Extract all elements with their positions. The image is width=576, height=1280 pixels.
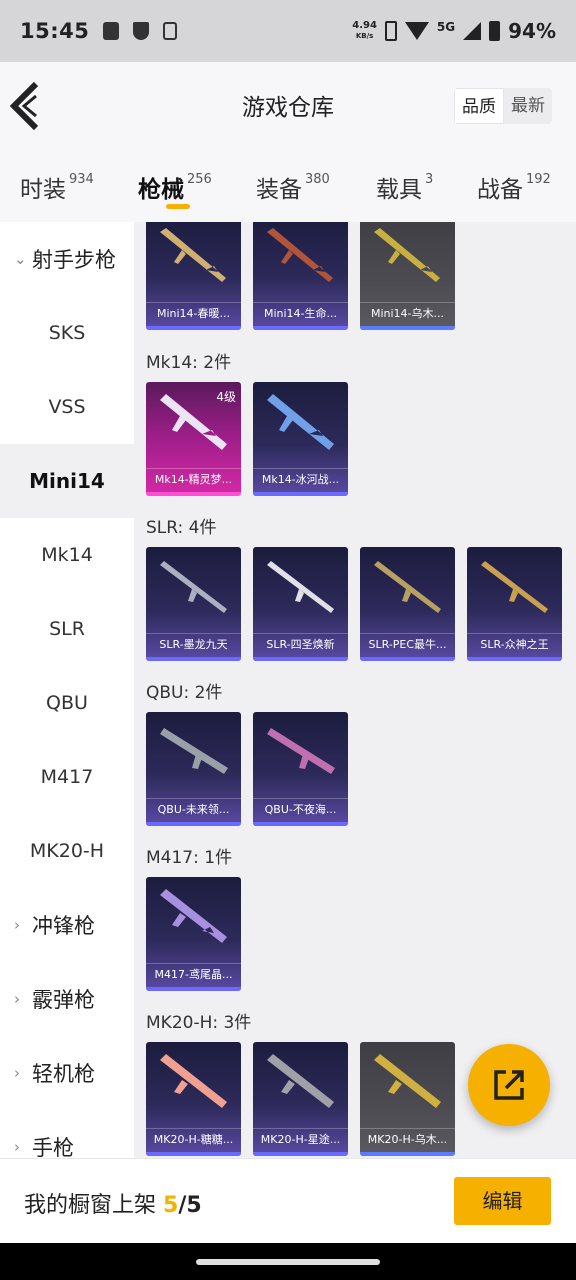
section-label-mk20h: MK20-H: 3件	[146, 1013, 252, 1033]
skin-card[interactable]: Mk14-冰河战...	[253, 382, 348, 496]
skin-card[interactable]: M417-鸢尾晶...	[146, 877, 241, 991]
sidebar-group-marksman-rifle[interactable]: ⌄ 射手步枪	[0, 222, 134, 296]
chevron-down-icon: ⌄	[14, 250, 27, 268]
skin-card[interactable]: MK20-H-星途...	[253, 1042, 348, 1156]
showcase-bar: 我的橱窗上架 5/5 编辑	[0, 1158, 576, 1243]
home-gesture-handle[interactable]	[196, 1259, 380, 1265]
skin-card[interactable]: QBU-不夜海...	[253, 712, 348, 826]
rifle-icon	[481, 561, 548, 613]
section-label-slr: SLR: 4件	[146, 518, 217, 538]
net-speed: 4.94 KB/s	[352, 20, 377, 41]
tab-fashion[interactable]: 时装 934	[20, 170, 94, 204]
battery-icon	[489, 21, 501, 41]
signal-icon	[463, 22, 482, 40]
sidebar-group-smg[interactable]: › 冲锋枪	[0, 888, 134, 962]
skin-card[interactable]: MK20-H-乌木...	[360, 1042, 455, 1156]
data-box-icon	[384, 21, 397, 41]
rifle-icon	[374, 561, 441, 613]
rifle-icon	[267, 228, 333, 282]
sort-latest-button[interactable]: 最新	[504, 88, 552, 124]
rifle-icon	[160, 728, 228, 774]
wifi-icon	[404, 22, 429, 40]
status-bar: 15:45 4.94 KB/s 5G 94%	[0, 0, 576, 62]
rifle-icon	[160, 228, 226, 282]
skin-card[interactable]: Mini14-生命...	[253, 222, 348, 330]
rifle-icon	[160, 889, 227, 943]
sidebar-item-mini14[interactable]: Mini14	[0, 444, 134, 518]
sidebar-item-sks[interactable]: SKS	[0, 296, 134, 370]
rifle-icon	[267, 728, 335, 774]
sidebar-item-m417[interactable]: M417	[0, 740, 134, 814]
chevron-right-icon: ›	[14, 990, 20, 1008]
phone-icon	[163, 22, 178, 40]
weapon-type-sidebar: ⌄ 射手步枪 SKS VSS Mini14 Mk14 SLR QBU M417 …	[0, 222, 134, 1160]
rifle-icon	[160, 1054, 227, 1108]
network-type: 5G	[436, 20, 456, 34]
rifle-icon	[267, 561, 334, 613]
status-time: 15:45	[20, 19, 90, 43]
sidebar-item-mk14[interactable]: Mk14	[0, 518, 134, 592]
header: 游戏仓库 品质 最新	[0, 62, 576, 148]
sort-toggle: 品质 最新	[454, 88, 552, 124]
skin-card[interactable]: QBU-未来领...	[146, 712, 241, 826]
section-label-m417: M417: 1件	[146, 848, 233, 868]
category-tabs: 时装 934 枪械 256 装备 380 载具 3 战备 192	[0, 148, 576, 222]
sidebar-group-shotgun[interactable]: › 霰弹枪	[0, 962, 134, 1036]
share-icon	[494, 1070, 524, 1100]
tab-vehicles[interactable]: 载具 3	[376, 170, 433, 204]
tab-firearms[interactable]: 枪械 256	[138, 170, 212, 204]
skin-card[interactable]: Mini14-春暖...	[146, 222, 241, 330]
shield-icon	[133, 22, 150, 40]
skin-card[interactable]: SLR-众神之王	[467, 547, 562, 661]
chevron-right-icon: ›	[14, 916, 20, 934]
showcase-status: 我的橱窗上架 5/5	[24, 1193, 202, 1218]
system-nav-bar	[0, 1243, 576, 1280]
skin-card[interactable]: SLR-墨龙九天	[146, 547, 241, 661]
warehouse-screen: 游戏仓库 品质 最新 时装 934 枪械 256 装备 380 载具 3 战备 192 ⌄…	[0, 62, 576, 1243]
active-tab-indicator	[166, 204, 190, 209]
sidebar-group-lmg[interactable]: › 轻机枪	[0, 1036, 134, 1110]
rifle-icon	[267, 394, 334, 450]
battery-percent: 94%	[508, 19, 556, 43]
skin-card[interactable]: 4级 Mk14-精灵梦...	[146, 382, 241, 496]
rifle-icon	[267, 1054, 334, 1108]
chevron-right-icon: ›	[14, 1064, 20, 1082]
sort-quality-button[interactable]: 品质	[454, 88, 504, 124]
skin-card[interactable]: SLR-PEC最牛...	[360, 547, 455, 661]
sidebar-item-qbu[interactable]: QBU	[0, 666, 134, 740]
edit-button[interactable]: 编辑	[454, 1177, 551, 1225]
rifle-icon	[374, 228, 440, 282]
rifle-icon	[160, 394, 227, 450]
rifle-icon	[374, 1054, 441, 1108]
sidebar-item-vss[interactable]: VSS	[0, 370, 134, 444]
section-label-qbu: QBU: 2件	[146, 683, 223, 703]
sidebar-item-slr[interactable]: SLR	[0, 592, 134, 666]
rifle-icon	[160, 561, 227, 613]
chevron-right-icon: ›	[14, 1138, 20, 1156]
tab-supplies[interactable]: 战备 192	[477, 170, 551, 204]
section-label-mk14: Mk14: 2件	[146, 353, 232, 373]
skin-card[interactable]: MK20-H-糖糖...	[146, 1042, 241, 1156]
skin-grid: Mini14-春暖... Mini14-生命... Mini14-乌木... M…	[134, 222, 576, 1158]
share-button[interactable]	[468, 1044, 550, 1126]
tab-equipment[interactable]: 装备 380	[256, 170, 330, 204]
skin-card[interactable]: SLR-四圣焕新	[253, 547, 348, 661]
skin-card[interactable]: Mini14-乌木...	[360, 222, 455, 330]
notification-icon	[103, 22, 120, 40]
sidebar-item-mk20h[interactable]: MK20-H	[0, 814, 134, 888]
